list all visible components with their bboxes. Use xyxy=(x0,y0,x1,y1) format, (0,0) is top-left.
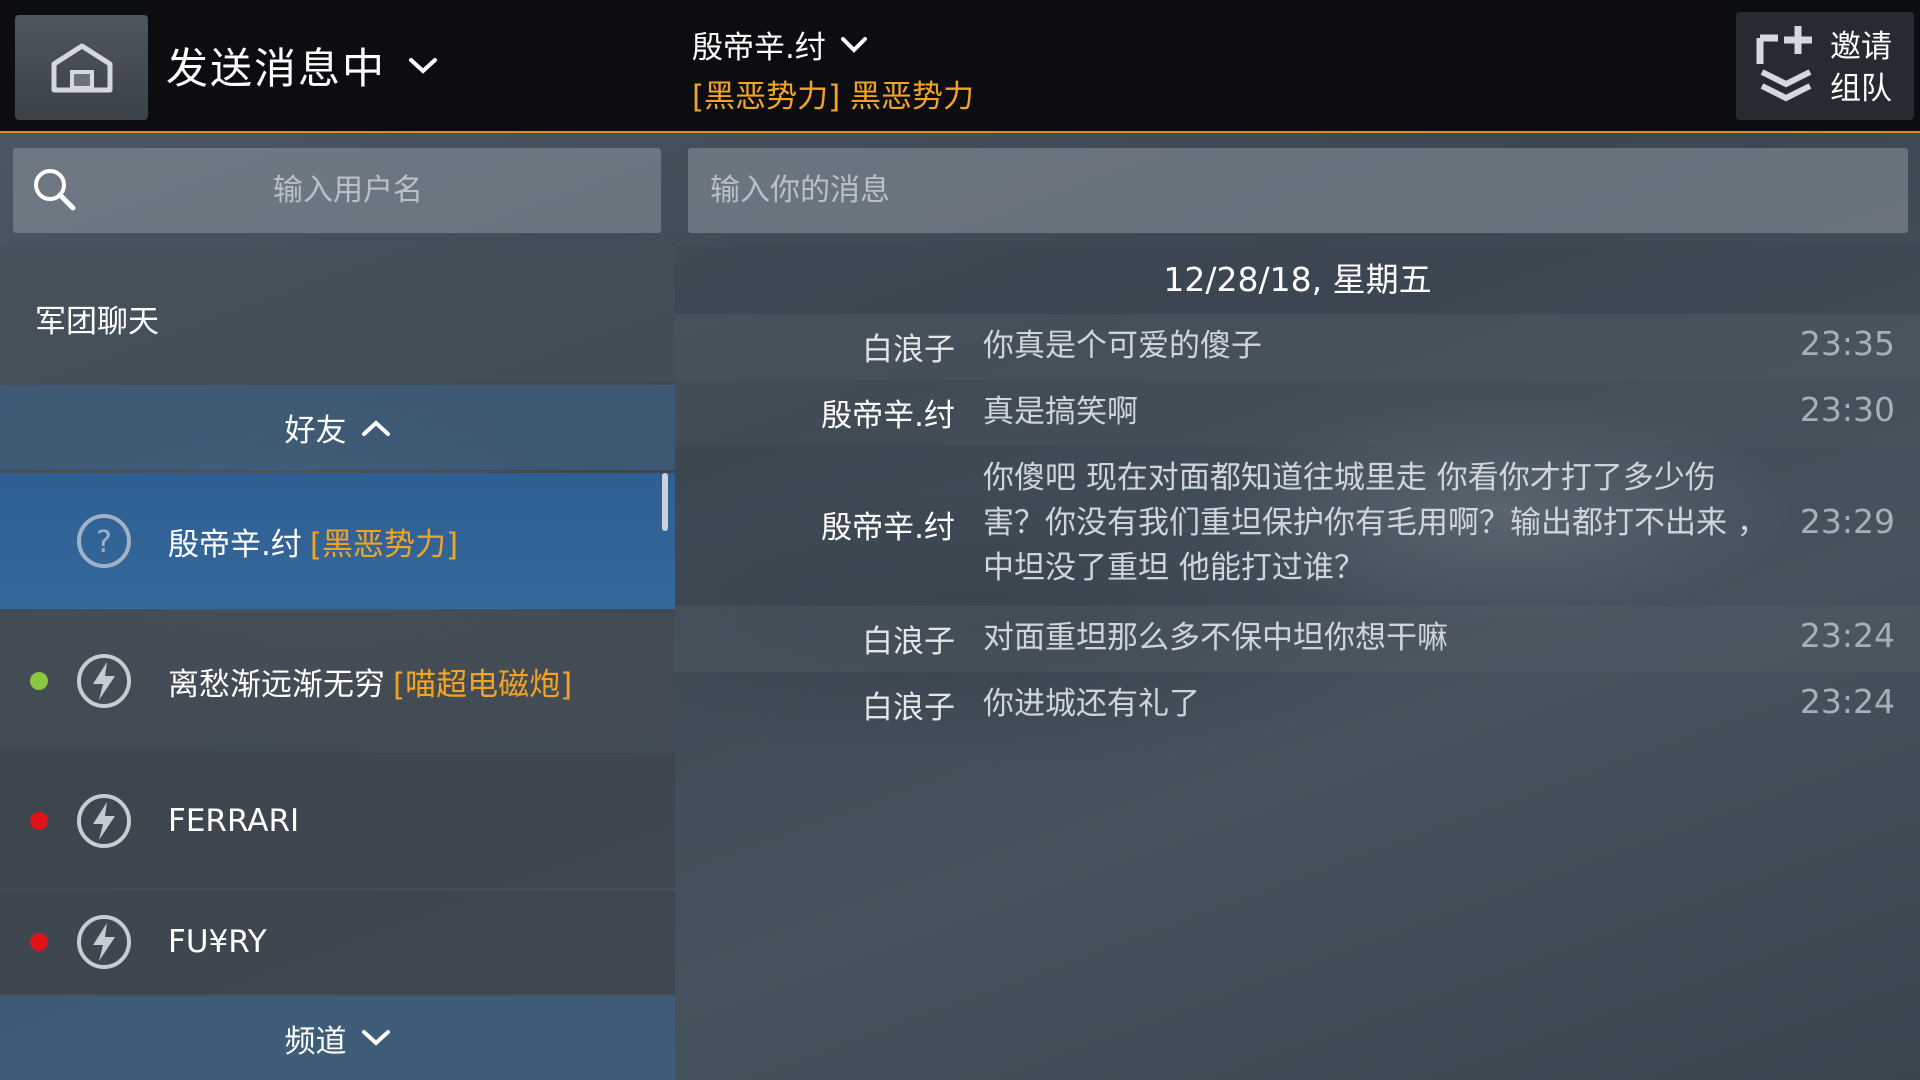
message-sender: 白浪子 xyxy=(862,690,955,726)
home-icon xyxy=(51,43,112,92)
username-input[interactable] xyxy=(93,148,603,233)
friend-name: 殷帝辛.纣 [黑恶势力] xyxy=(168,526,459,563)
message-row: 殷帝辛.纣 你傻吧 现在对面都知道往城里走 你看你才打了多少伤害？你没有我们重坦… xyxy=(675,446,1920,606)
message-row: 白浪子 你进城还有礼了 23:24 xyxy=(675,672,1920,738)
friend-name: 离愁渐远渐无穷 [喵超电磁炮] xyxy=(168,666,573,703)
message-sender: 白浪子 xyxy=(862,332,955,368)
lightning-icon xyxy=(77,793,131,848)
friend-item[interactable]: ? 殷帝辛.纣 [黑恶势力] xyxy=(0,473,675,609)
recipient-name: 殷帝辛.纣 xyxy=(692,30,826,66)
friend-clan: [黑恶势力] xyxy=(309,526,459,563)
message-text: 你真是个可爱的傻子 xyxy=(983,328,1262,364)
message-row: 白浪子 你真是个可爱的傻子 23:35 xyxy=(675,314,1920,380)
page-title[interactable]: 发送消息中 xyxy=(166,35,438,96)
friends-header-label: 好友 xyxy=(284,413,347,449)
lightning-icon xyxy=(77,915,131,969)
message-row: 白浪子 对面重坦那么多不保中坦你想干嘛 23:24 xyxy=(675,606,1920,672)
chevron-down-icon xyxy=(361,1030,390,1046)
invite-label-1: 邀请 xyxy=(1830,29,1892,65)
guild-chat-label: 军团聊天 xyxy=(35,304,159,340)
channels-header-label: 频道 xyxy=(284,1023,347,1060)
top-bar: 发送消息中 殷帝辛.纣 [黑恶势力] 黑恶势力 邀请 组队 xyxy=(0,0,1920,133)
invite-squad-button[interactable]: 邀请 组队 xyxy=(1736,12,1914,120)
friend-item[interactable]: FU¥RY xyxy=(0,890,675,994)
home-button[interactable] xyxy=(15,15,148,120)
message-sender: 殷帝辛.纣 xyxy=(821,510,955,546)
message-text: 对面重坦那么多不保中坦你想干嘛 xyxy=(983,620,1448,656)
friends-scrollbar[interactable] xyxy=(662,473,668,531)
chevron-down-icon xyxy=(409,57,438,74)
question-icon: ? xyxy=(77,514,131,568)
message-row: 殷帝辛.纣 真是搞笑啊 23:30 xyxy=(675,380,1920,446)
guild-chat-item[interactable]: 军团聊天 xyxy=(0,246,675,382)
message-sender: 白浪子 xyxy=(862,624,955,660)
message-text: 你进城还有礼了 xyxy=(983,686,1200,722)
message-time: 23:24 xyxy=(1799,682,1895,721)
chevron-up-icon xyxy=(361,419,390,436)
offline-status-dot xyxy=(30,933,48,951)
friends-header[interactable]: 好友 xyxy=(0,385,675,470)
svg-text:?: ? xyxy=(96,525,112,560)
search-icon xyxy=(34,169,76,211)
friend-item[interactable]: 离愁渐远渐无穷 [喵超电磁炮] xyxy=(0,613,675,749)
user-search-box[interactable] xyxy=(13,148,661,233)
message-time: 23:30 xyxy=(1799,390,1895,429)
offline-status-dot xyxy=(30,811,48,830)
friend-name: FERRARI xyxy=(168,802,300,839)
online-status-dot xyxy=(30,672,48,690)
friend-clan: [喵超电磁炮] xyxy=(393,666,573,703)
friend-name: FU¥RY xyxy=(168,924,267,960)
message-time: 23:35 xyxy=(1799,324,1895,363)
invite-squad-icon xyxy=(1756,26,1812,102)
channels-header[interactable]: 频道 xyxy=(0,996,675,1080)
message-time: 23:24 xyxy=(1799,616,1895,655)
message-input-box[interactable] xyxy=(688,148,1908,233)
message-input[interactable] xyxy=(710,148,1890,233)
sidebar: 军团聊天 好友 ? 殷帝辛.纣 [黑恶势力] 离愁渐远渐无穷 [喵超电磁炮] FER… xyxy=(0,246,675,1080)
message-time: 23:29 xyxy=(1799,502,1895,541)
recipient-selector[interactable]: 殷帝辛.纣 [黑恶势力] 黑恶势力 xyxy=(692,22,974,116)
message-text: 你傻吧 现在对面都知道往城里走 你看你才打了多少伤害？你没有我们重坦保护你有毛用… xyxy=(983,460,1768,586)
message-text: 真是搞笑啊 xyxy=(983,394,1138,430)
page-title-text: 发送消息中 xyxy=(166,44,387,93)
chevron-down-icon xyxy=(840,36,867,53)
recipient-clan: [黑恶势力] 黑恶势力 xyxy=(692,79,975,115)
friend-item[interactable]: FERRARI xyxy=(0,753,675,888)
lightning-icon xyxy=(77,654,131,708)
chat-panel: 12/28/18, 星期五 白浪子 你真是个可爱的傻子 23:35 殷帝辛.纣 … xyxy=(675,246,1920,1080)
message-sender: 殷帝辛.纣 xyxy=(821,398,955,434)
invite-label-2: 组队 xyxy=(1830,71,1892,107)
date-separator: 12/28/18, 星期五 xyxy=(675,246,1920,314)
